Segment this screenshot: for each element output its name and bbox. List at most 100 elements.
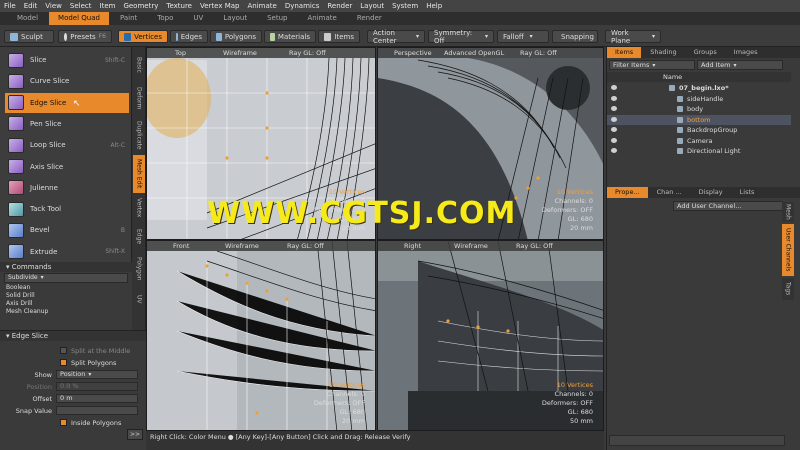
tool-extrude[interactable]: Extrude Shift-X xyxy=(5,242,129,262)
vertical-tab-vertex[interactable]: Vertex xyxy=(133,195,145,221)
menu-item-dynamics[interactable]: Dynamics xyxy=(285,2,320,10)
snapping-button[interactable]: Snapping xyxy=(552,30,598,43)
layout-tab-paint[interactable]: Paint xyxy=(111,12,146,25)
edge-slice-header[interactable]: ▾ Edge Slice xyxy=(0,331,146,341)
vertical-tab-deform[interactable]: Deform xyxy=(133,81,145,115)
vertices-mode-button[interactable]: Vertices xyxy=(118,30,168,43)
right-vertical-tab-tags[interactable]: Tags xyxy=(782,278,794,300)
vertical-tab-polygon[interactable]: Polygon xyxy=(133,253,145,285)
edges-mode-button[interactable]: Edges xyxy=(170,30,208,43)
tool-loop-slice[interactable]: Loop Slice Alt-C xyxy=(5,135,129,155)
command-solid-drill[interactable]: Solid Drill xyxy=(0,292,132,300)
menu-item-vertex-map[interactable]: Vertex Map xyxy=(200,2,240,10)
tool-slice[interactable]: Slice Shift-C xyxy=(5,50,129,70)
tool-pen-slice[interactable]: Pen Slice xyxy=(5,114,129,134)
tool-tack-tool[interactable]: Tack Tool xyxy=(5,199,129,219)
items-tab-shading[interactable]: Shading xyxy=(642,47,684,58)
menu-item-item[interactable]: Item xyxy=(100,2,116,10)
menu-item-system[interactable]: System xyxy=(392,2,418,10)
viewport-top-ray[interactable]: Ray GL: Off xyxy=(289,49,326,57)
viewport-right-shade[interactable]: Wireframe xyxy=(454,242,488,250)
tool-edge-slice[interactable]: Edge Slice ↖ xyxy=(5,92,129,113)
scene-item-row[interactable]: 07_begin.lxo* xyxy=(607,83,791,93)
visibility-eye-icon[interactable] xyxy=(611,116,617,122)
visibility-eye-icon[interactable] xyxy=(611,95,617,101)
visibility-eye-icon[interactable] xyxy=(611,85,617,90)
layout-tab-layout[interactable]: Layout xyxy=(214,12,256,25)
viewport-front-ray[interactable]: Ray GL: Off xyxy=(287,242,324,250)
snap-value-field[interactable] xyxy=(56,406,138,415)
tool-axis-slice[interactable]: Axis Slice xyxy=(5,157,129,177)
scene-item-row[interactable]: bottom xyxy=(607,114,791,125)
menu-item-help[interactable]: Help xyxy=(426,2,442,10)
properties-tab-prope[interactable]: Prope... xyxy=(607,187,648,198)
viewport-perspective-ray[interactable]: Ray GL: Off xyxy=(520,49,557,57)
vertical-tab-uv[interactable]: UV xyxy=(133,287,145,311)
show-dropdown[interactable]: Position xyxy=(56,370,138,379)
scene-item-row[interactable]: BackdropGroup xyxy=(607,125,791,135)
expand-panel-button[interactable]: >> xyxy=(127,429,143,440)
layout-tab-setup[interactable]: Setup xyxy=(258,12,296,25)
properties-tab-display[interactable]: Display xyxy=(691,187,731,198)
menu-item-edit[interactable]: Edit xyxy=(24,2,38,10)
falloff-dropdown[interactable]: Falloff xyxy=(497,30,549,43)
viewport-perspective-view[interactable]: Perspective xyxy=(394,49,432,57)
visibility-eye-icon[interactable] xyxy=(611,106,617,111)
scene-item-row[interactable]: Camera xyxy=(607,136,791,146)
items-tab-images[interactable]: Images xyxy=(726,47,766,58)
items-tab-groups[interactable]: Groups xyxy=(686,47,725,58)
right-vertical-tab-user-channels[interactable]: User Channels xyxy=(782,224,794,276)
materials-mode-button[interactable]: Materials xyxy=(264,30,316,43)
vertical-tab-basic[interactable]: Basic xyxy=(133,51,145,79)
viewport-perspective-shade[interactable]: Advanced OpenGL xyxy=(444,49,504,57)
properties-tab-chan[interactable]: Chan ... xyxy=(649,187,690,198)
tool-curve-slice[interactable]: Curve Slice xyxy=(5,71,129,91)
menu-item-render[interactable]: Render xyxy=(327,2,352,10)
symmetry-dropdown[interactable]: Symmetry: Off xyxy=(428,29,494,45)
viewport-front[interactable]: Front Wireframe Ray GL: Off 10 Vertices … xyxy=(146,240,376,431)
tool-julienne[interactable]: Julienne xyxy=(5,178,129,198)
sculpt-button[interactable]: Sculpt xyxy=(4,30,54,43)
scene-item-row[interactable]: Directional Light xyxy=(607,146,791,156)
add-item-dropdown[interactable]: Add Item xyxy=(697,60,783,70)
command-boolean[interactable]: Boolean xyxy=(0,284,132,292)
command-mesh-cleanup[interactable]: Mesh Cleanup xyxy=(0,308,132,316)
command-axis-drill[interactable]: Axis Drill xyxy=(0,300,132,308)
visibility-eye-icon[interactable] xyxy=(611,148,617,153)
viewport-front-view[interactable]: Front xyxy=(173,242,189,250)
items-mode-button[interactable]: Items xyxy=(318,30,360,43)
scene-item-row[interactable]: body xyxy=(607,104,791,114)
menu-item-select[interactable]: Select xyxy=(70,2,92,10)
menu-item-view[interactable]: View xyxy=(45,2,62,10)
layout-tab-uv[interactable]: UV xyxy=(184,12,212,25)
menu-item-texture[interactable]: Texture xyxy=(166,2,192,10)
polygons-mode-button[interactable]: Polygons xyxy=(210,30,262,43)
menu-item-animate[interactable]: Animate xyxy=(247,2,276,10)
action-center-dropdown[interactable]: Action Center xyxy=(367,29,425,45)
vertical-tab-mesh-edit[interactable]: Mesh Edit xyxy=(133,155,145,193)
viewport-top-view[interactable]: Top xyxy=(175,49,186,57)
command-input[interactable] xyxy=(609,435,785,446)
layout-tab-render[interactable]: Render xyxy=(348,12,391,25)
layout-tab-model-quad[interactable]: Model Quad xyxy=(49,12,109,25)
offset-field[interactable]: 0 m xyxy=(56,394,138,403)
viewport-right[interactable]: Right Wireframe Ray GL: Off 10 Vertices … xyxy=(377,240,604,431)
commands-header[interactable]: ▾ Commands xyxy=(0,262,132,272)
commands-dropdown[interactable]: Subdivide xyxy=(4,273,128,283)
properties-tab-lists[interactable]: Lists xyxy=(732,187,763,198)
vertical-tab-edge[interactable]: Edge xyxy=(133,223,145,251)
position-field[interactable]: 0.0 % xyxy=(56,382,138,391)
viewport-top-shade[interactable]: Wireframe xyxy=(223,49,257,57)
split-middle-checkbox[interactable] xyxy=(60,347,67,354)
name-column-header[interactable]: Name xyxy=(663,73,682,81)
add-user-channel-button[interactable]: Add User Channel... xyxy=(673,201,783,211)
menu-item-geometry[interactable]: Geometry xyxy=(123,2,158,10)
filter-items-dropdown[interactable]: Filter Items xyxy=(609,60,695,70)
split-polygons-checkbox[interactable] xyxy=(60,359,67,366)
visibility-eye-icon[interactable] xyxy=(611,137,617,143)
layout-tab-animate[interactable]: Animate xyxy=(298,12,345,25)
viewport-front-shade[interactable]: Wireframe xyxy=(225,242,259,250)
menu-item-file[interactable]: File xyxy=(4,2,16,10)
inside-polygons-checkbox[interactable] xyxy=(60,419,67,426)
vertical-tab-duplicate[interactable]: Duplicate xyxy=(133,117,145,153)
